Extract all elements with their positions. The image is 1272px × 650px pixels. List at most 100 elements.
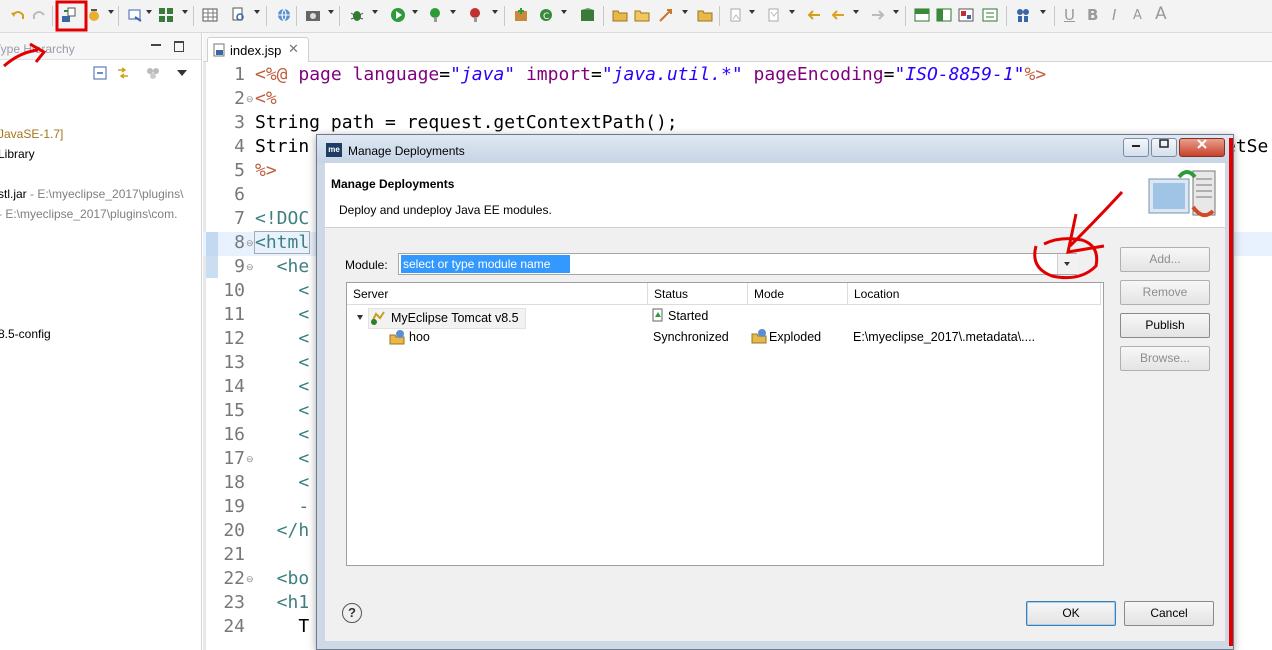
panel-title[interactable]: Type Hierarchy: [0, 42, 75, 56]
manage-deployments-icon[interactable]: [61, 7, 77, 23]
dropdown-arrow-icon[interactable]: [853, 10, 859, 14]
module-combobox[interactable]: [398, 253, 1077, 275]
fold-toggle-icon[interactable]: ⊖: [246, 574, 254, 585]
font-larger-icon[interactable]: A: [1155, 4, 1167, 24]
perspective-icon[interactable]: [580, 7, 596, 23]
open-folder-icon[interactable]: [612, 7, 628, 23]
undo-icon[interactable]: [10, 7, 26, 23]
list-item[interactable]: JavaSE-1.7]: [0, 127, 63, 141]
grid-layout-icon[interactable]: [158, 7, 174, 23]
dropdown-arrow-icon[interactable]: [108, 10, 114, 14]
list-item[interactable]: 8.5-config: [0, 327, 51, 341]
dropdown-arrow-icon[interactable]: [789, 10, 795, 14]
table-icon[interactable]: [202, 7, 218, 23]
column-header-mode[interactable]: Mode: [748, 283, 848, 305]
module-dropdown-button[interactable]: [1057, 254, 1077, 274]
dropdown-arrow-icon[interactable]: [492, 10, 498, 14]
line-number: 6: [234, 184, 245, 205]
stop-external-icon[interactable]: [468, 7, 484, 23]
dialog-titlebar[interactable]: me Manage Deployments: [317, 135, 1233, 163]
add-button[interactable]: Add...: [1120, 247, 1210, 272]
dropdown-arrow-icon[interactable]: [146, 10, 152, 14]
remove-button[interactable]: Remove: [1120, 280, 1210, 305]
debug-icon[interactable]: [349, 7, 365, 23]
code-line: <bo: [255, 568, 310, 589]
dropdown-arrow-icon[interactable]: [450, 10, 456, 14]
code-line: T: [255, 616, 310, 637]
previous-annotation-icon[interactable]: [766, 7, 782, 23]
server-name[interactable]: MyEclipse Tomcat v8.5: [391, 311, 519, 325]
dropdown-arrow-icon[interactable]: [372, 10, 378, 14]
dropdown-arrow-icon[interactable]: [561, 10, 567, 14]
run-server-icon[interactable]: [86, 7, 102, 23]
new-class-icon[interactable]: C: [538, 7, 554, 23]
dropdown-arrow-icon[interactable]: [1040, 10, 1046, 14]
editor-tabbar: index.jsp ✕: [203, 33, 1272, 62]
fold-toggle-icon[interactable]: ⊖: [246, 262, 254, 273]
close-icon[interactable]: ✕: [288, 41, 299, 57]
column-header-location[interactable]: Location: [848, 283, 1101, 305]
new-package-icon[interactable]: [513, 7, 529, 23]
minimize-window-button[interactable]: [1123, 138, 1149, 157]
next-annotation-icon[interactable]: [728, 7, 744, 23]
image-icon[interactable]: [958, 7, 974, 23]
deployments-table[interactable]: Server Status Mode Location MyEclipse To…: [346, 282, 1104, 566]
list-item[interactable]: stl.jar - E:\myeclipse_2017\plugins\: [0, 187, 183, 201]
directive: page: [298, 64, 353, 85]
back-icon[interactable]: [830, 7, 846, 23]
globe-icon[interactable]: [276, 7, 292, 23]
folder-icon[interactable]: [634, 7, 650, 23]
help-icon[interactable]: ?: [342, 603, 362, 623]
fold-toggle-icon[interactable]: ⊖: [246, 238, 254, 249]
redo-icon[interactable]: [31, 7, 47, 23]
link-editor-icon[interactable]: [116, 66, 130, 80]
list-item[interactable]: Library: [0, 147, 35, 161]
font-smaller-icon[interactable]: A: [1133, 8, 1142, 23]
dropdown-arrow-icon[interactable]: [182, 10, 188, 14]
module-input[interactable]: [401, 255, 570, 273]
maximize-icon[interactable]: [174, 41, 184, 52]
list-item[interactable]: - E:\myeclipse_2017\plugins\com.: [0, 207, 177, 221]
launch-icon[interactable]: [658, 7, 674, 23]
fold-toggle-icon[interactable]: ⊖: [246, 94, 254, 105]
myeclipse-app-icon: me: [326, 143, 342, 157]
ok-button[interactable]: OK: [1026, 601, 1116, 626]
underline-icon[interactable]: U: [1064, 6, 1075, 24]
publish-button[interactable]: Publish: [1120, 313, 1210, 338]
people-icon[interactable]: [1015, 7, 1031, 23]
dropdown-arrow-icon[interactable]: [749, 10, 755, 14]
dropdown-arrow-icon[interactable]: [682, 10, 688, 14]
filter-icon[interactable]: [146, 66, 160, 80]
column-header-status[interactable]: Status: [648, 283, 748, 305]
layout-columns-icon[interactable]: [936, 7, 952, 23]
last-edit-location-icon[interactable]: [806, 7, 822, 23]
collapse-all-icon[interactable]: [93, 66, 107, 80]
open-type-icon[interactable]: [127, 7, 143, 23]
layout-split-icon[interactable]: [914, 7, 930, 23]
cancel-button[interactable]: Cancel: [1124, 601, 1214, 626]
minimize-icon[interactable]: [151, 44, 161, 46]
toolbar-separator: [603, 6, 604, 26]
tab-index-jsp[interactable]: index.jsp ✕: [207, 37, 309, 62]
italic-icon[interactable]: I: [1112, 6, 1116, 24]
expand-toggle-icon[interactable]: [357, 315, 363, 320]
forward-icon[interactable]: [870, 7, 886, 23]
maximize-window-button[interactable]: [1151, 138, 1177, 157]
bold-icon[interactable]: B: [1087, 6, 1098, 24]
module-name[interactable]: hoo: [409, 330, 430, 344]
project-folder-icon[interactable]: [697, 7, 713, 23]
browse-button[interactable]: Browse...: [1120, 346, 1210, 371]
dropdown-arrow-icon[interactable]: [893, 10, 899, 14]
dropdown-arrow-icon[interactable]: [254, 10, 260, 14]
camera-icon[interactable]: [305, 7, 321, 23]
form-icon[interactable]: [982, 7, 998, 23]
dropdown-arrow-icon[interactable]: [328, 10, 334, 14]
column-header-server[interactable]: Server: [347, 283, 648, 305]
run-icon[interactable]: [390, 7, 406, 23]
dropdown-arrow-icon[interactable]: [412, 10, 418, 14]
close-window-button[interactable]: [1179, 138, 1225, 157]
search-icon[interactable]: [230, 7, 246, 23]
view-menu-icon[interactable]: [177, 70, 187, 76]
run-external-icon[interactable]: [428, 7, 444, 23]
fold-toggle-icon[interactable]: ⊖: [246, 454, 254, 465]
